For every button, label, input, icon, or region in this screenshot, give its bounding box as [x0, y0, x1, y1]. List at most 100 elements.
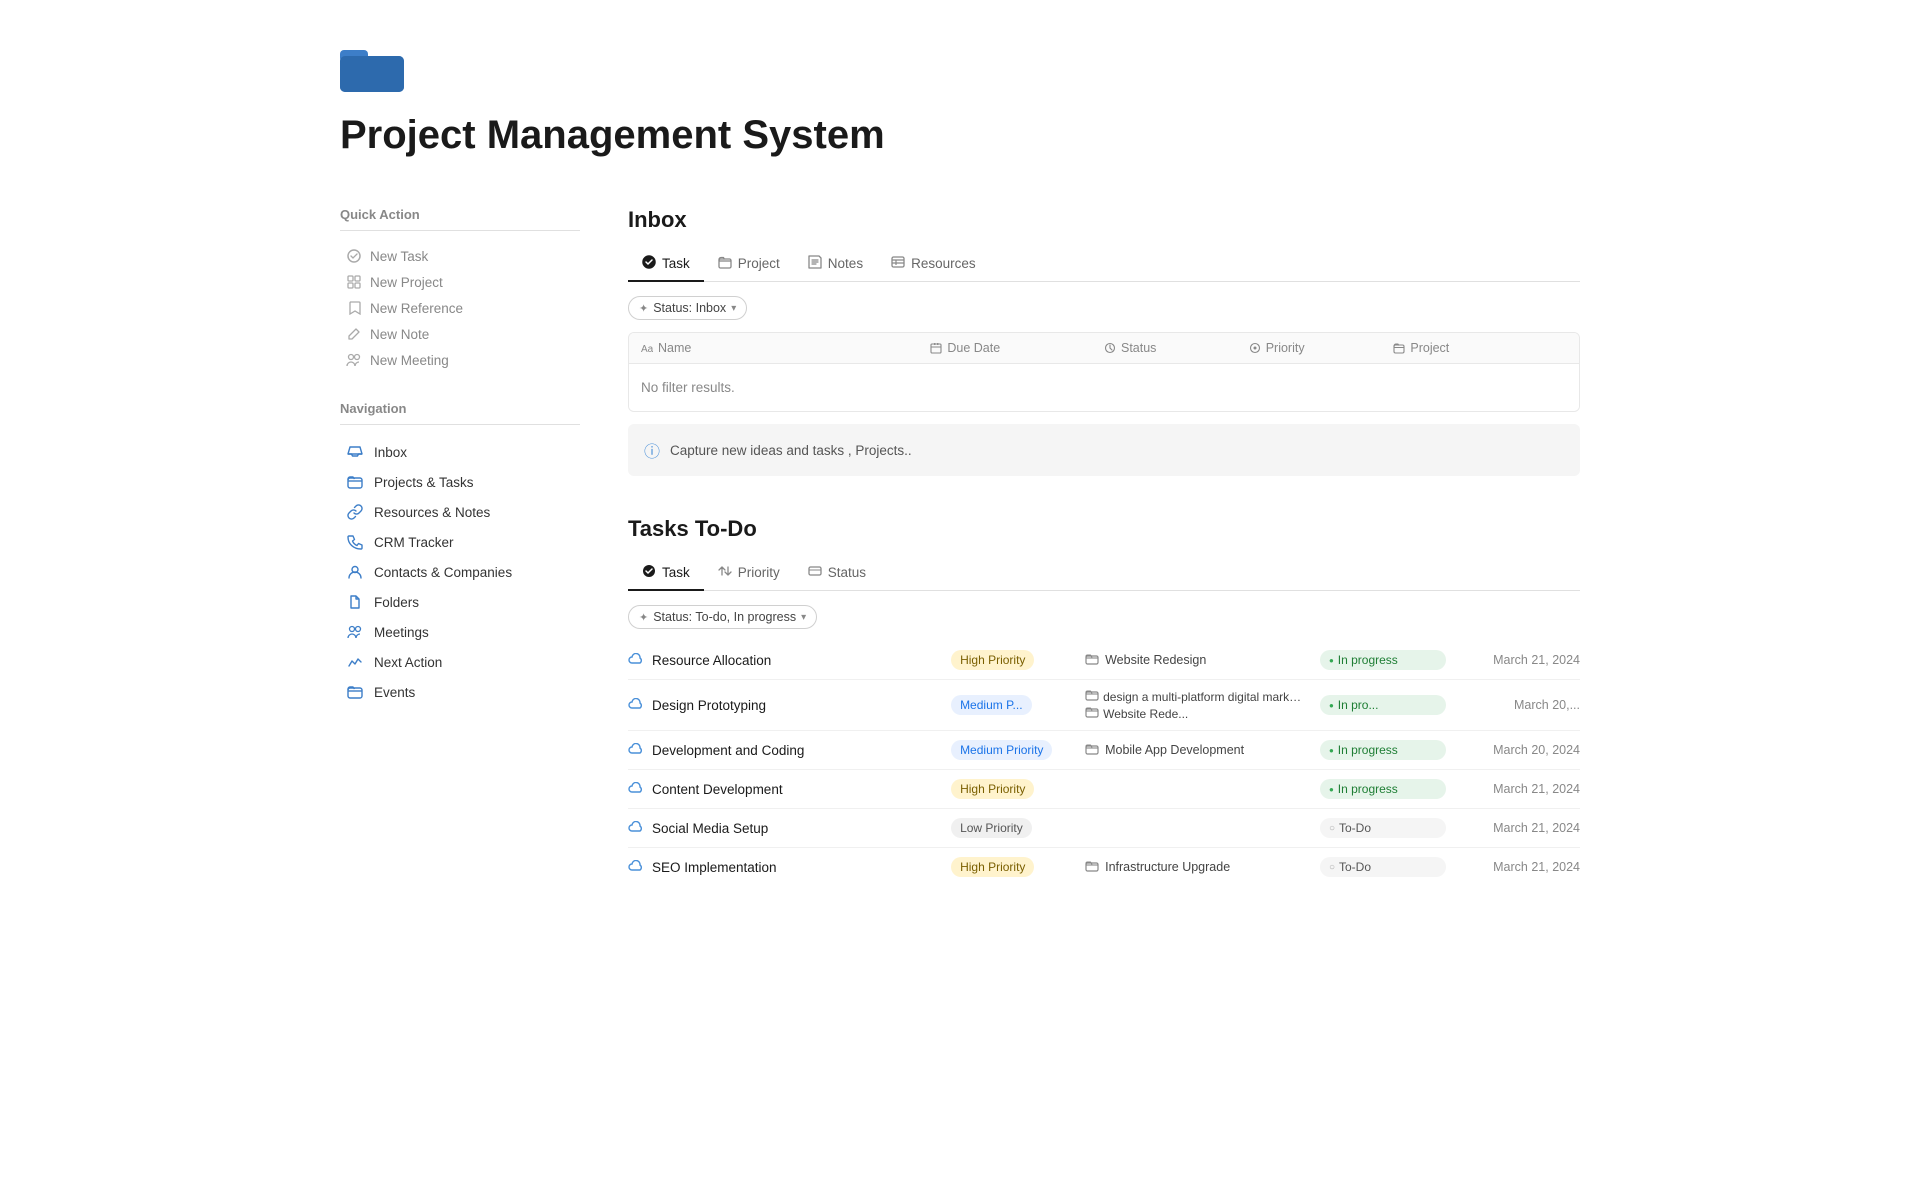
sidebar-events-label: Events — [374, 685, 415, 700]
task-cloud-icon-4 — [628, 781, 644, 797]
in-progress-badge-3: In progress — [1320, 740, 1446, 760]
inbox-icon — [346, 443, 364, 461]
task-tab-icon — [642, 255, 656, 272]
task-priority-high-6: High Priority — [951, 857, 1077, 877]
folder-tasks-icon — [346, 473, 364, 491]
col-status-header: Status — [1104, 341, 1249, 355]
inbox-tab-resources-label: Resources — [911, 256, 976, 271]
task-status-3: In progress — [1320, 740, 1446, 760]
inbox-tab-notes[interactable]: Notes — [794, 247, 877, 282]
task-cloud-icon — [628, 652, 644, 668]
inbox-no-results: No filter results. — [629, 364, 1579, 411]
task-name-resource-allocation: Resource Allocation — [628, 652, 943, 668]
navigation-title: Navigation — [340, 401, 580, 416]
inbox-tab-project[interactable]: Project — [704, 247, 794, 282]
bookmark-icon — [346, 300, 362, 316]
project-folder-icon — [1085, 653, 1099, 668]
task-priority-high-1: High Priority — [951, 650, 1077, 670]
task-status-1: In progress — [1320, 650, 1446, 670]
grid-icon — [346, 274, 362, 290]
tasks-tab-priority-label: Priority — [738, 565, 780, 580]
main-content: Inbox Task Project — [628, 207, 1580, 926]
task-cloud-icon-5 — [628, 820, 644, 836]
project-folder-icon-6 — [1085, 860, 1099, 875]
sidebar-item-resources-notes[interactable]: Resources & Notes — [340, 497, 580, 527]
sidebar-item-meetings[interactable]: Meetings — [340, 617, 580, 647]
pencil-icon — [346, 326, 362, 342]
file-icon — [346, 593, 364, 611]
col-project-header: Project — [1393, 341, 1567, 355]
inbox-title: Inbox — [628, 207, 1580, 233]
inbox-tab-notes-label: Notes — [828, 256, 863, 271]
chart-icon — [346, 653, 364, 671]
tasks-filter-label: Status: To-do, In progress — [653, 610, 796, 624]
tasks-tab-task[interactable]: Task — [628, 556, 704, 591]
col-duedate-header: Due Date — [930, 341, 1104, 355]
inbox-section: Inbox Task Project — [628, 207, 1580, 476]
inbox-status-filter[interactable]: ✦ Status: Inbox ▾ — [628, 296, 747, 320]
quick-action-new-reference[interactable]: New Reference — [340, 295, 580, 321]
inbox-filter-bar: ✦ Status: Inbox ▾ — [628, 296, 1580, 320]
tasks-tab-priority[interactable]: Priority — [704, 557, 794, 590]
task-date-3: March 20, 2024 — [1454, 743, 1580, 757]
task-project-name: design a multi-platform digital marketin… — [1103, 690, 1303, 704]
todo-badge-5: To-Do — [1320, 818, 1446, 838]
sidebar-item-contacts[interactable]: Contacts & Companies — [340, 557, 580, 587]
page-title: Project Management System — [340, 111, 1580, 159]
phone-icon — [346, 533, 364, 551]
table-row: Development and Coding Medium Priority M… — [628, 731, 1580, 770]
quick-action-new-task[interactable]: New Task — [340, 243, 580, 269]
new-note-label: New Note — [370, 327, 429, 342]
tasks-todo-section: Tasks To-Do Task Priority — [628, 516, 1580, 886]
inbox-filter-label: Status: Inbox — [653, 301, 726, 315]
inbox-table-header: Aa Name Due Date Status — [629, 333, 1579, 364]
tasks-status-filter[interactable]: ✦ Status: To-do, In progress ▾ — [628, 605, 817, 629]
sidebar-meetings-label: Meetings — [374, 625, 429, 640]
sidebar-item-folders[interactable]: Folders — [340, 587, 580, 617]
task-cloud-icon-3 — [628, 742, 644, 758]
col-name-header: Aa Name — [641, 341, 930, 355]
sidebar-next-action-label: Next Action — [374, 655, 442, 670]
project-tab-icon — [718, 255, 732, 272]
folder-icon — [340, 40, 404, 92]
table-row: SEO Implementation High Priority Infrast… — [628, 848, 1580, 886]
sidebar-item-inbox[interactable]: Inbox — [340, 437, 580, 467]
quick-action-new-note[interactable]: New Note — [340, 321, 580, 347]
link-icon — [346, 503, 364, 521]
table-row: Social Media Setup Low Priority To-Do Ma… — [628, 809, 1580, 848]
task-name: SEO Implementation — [652, 860, 777, 875]
project-folder-icon-3 — [1085, 743, 1099, 758]
task-name: Resource Allocation — [652, 653, 771, 668]
task-name-seo: SEO Implementation — [628, 859, 943, 875]
sidebar-item-projects-tasks[interactable]: Projects & Tasks — [340, 467, 580, 497]
tasks-tab-status[interactable]: Status — [794, 557, 880, 590]
inbox-tab-task[interactable]: Task — [628, 247, 704, 282]
inbox-table: Aa Name Due Date Status — [628, 332, 1580, 412]
sidebar-item-next-action[interactable]: Next Action — [340, 647, 580, 677]
task-name: Design Prototyping — [652, 698, 766, 713]
contact-icon — [346, 563, 364, 581]
task-project-name-3: Mobile App Development — [1105, 743, 1244, 757]
task-date-5: March 21, 2024 — [1454, 821, 1580, 835]
medium-priority-badge-3: Medium Priority — [951, 740, 1052, 760]
task-name: Social Media Setup — [652, 821, 768, 836]
table-row: Content Development High Priority In pro… — [628, 770, 1580, 809]
sidebar-crm-label: CRM Tracker — [374, 535, 454, 550]
new-meeting-label: New Meeting — [370, 353, 449, 368]
sidebar-contacts-label: Contacts & Companies — [374, 565, 512, 580]
tasks-todo-title: Tasks To-Do — [628, 516, 1580, 542]
quick-action-new-meeting[interactable]: New Meeting — [340, 347, 580, 373]
page-header: Project Management System — [340, 40, 1580, 159]
sidebar-projects-label: Projects & Tasks — [374, 475, 474, 490]
sidebar-item-events[interactable]: Events — [340, 677, 580, 707]
new-reference-label: New Reference — [370, 301, 463, 316]
sidebar-item-crm-tracker[interactable]: CRM Tracker — [340, 527, 580, 557]
quick-action-new-project[interactable]: New Project — [340, 269, 580, 295]
new-project-label: New Project — [370, 275, 443, 290]
meetings-icon — [346, 623, 364, 641]
inbox-tab-resources[interactable]: Resources — [877, 247, 990, 282]
task-status-5: To-Do — [1320, 818, 1446, 838]
task-project-name-2: Website Rede... — [1103, 707, 1188, 721]
sidebar: Quick Action New Task New Project — [340, 207, 580, 926]
task-name-content-dev: Content Development — [628, 781, 943, 797]
